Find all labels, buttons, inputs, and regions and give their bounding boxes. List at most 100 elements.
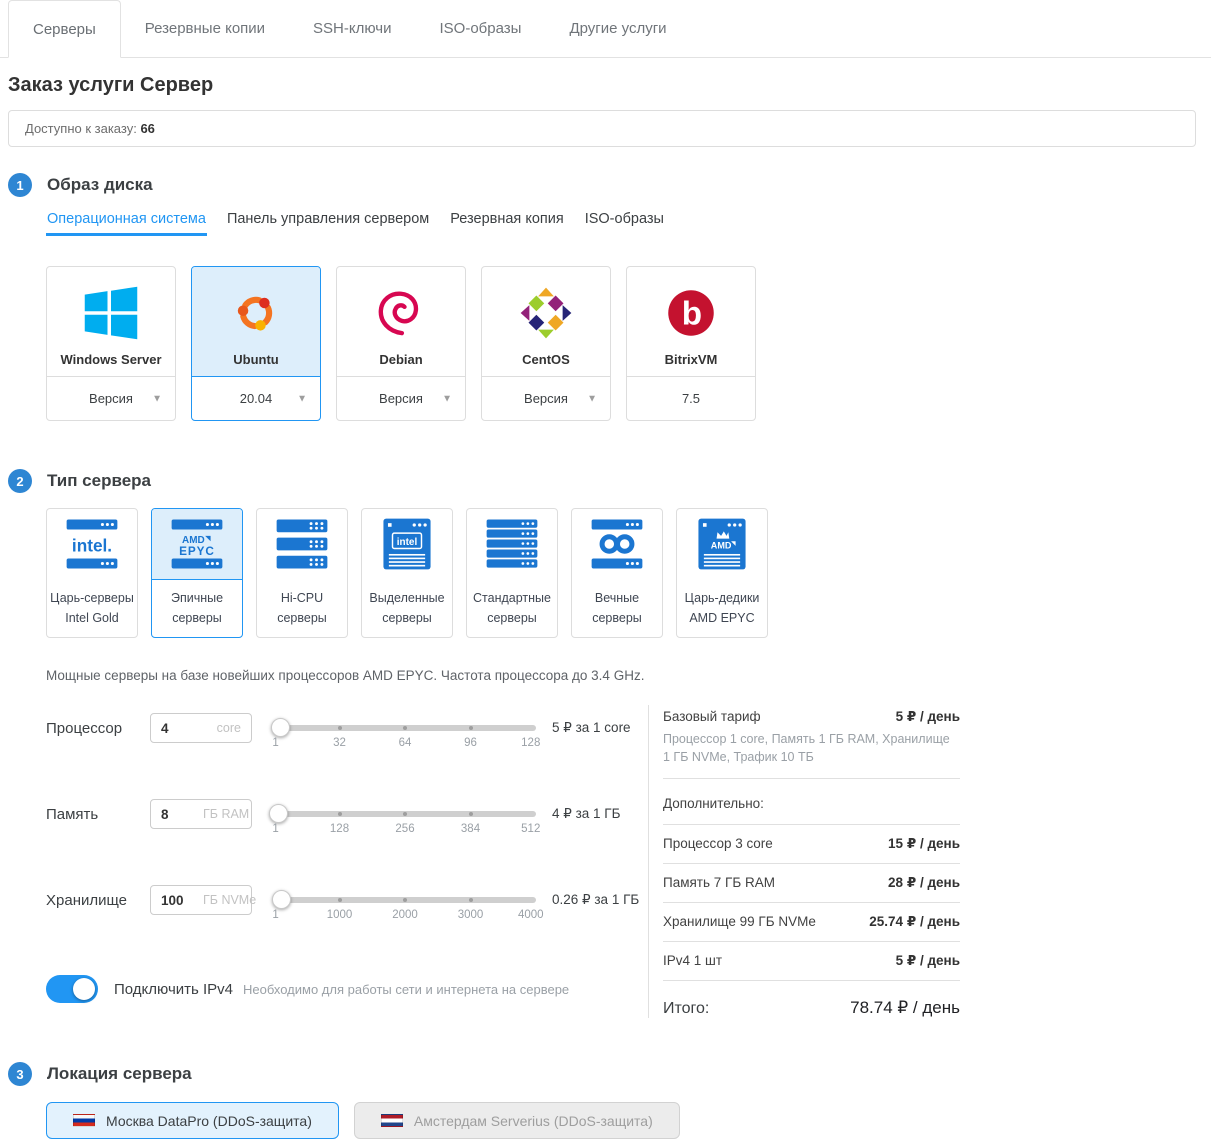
tab-backups[interactable]: Резервные копии	[121, 0, 289, 57]
ram-slider-handle[interactable]	[269, 804, 288, 823]
ram-input[interactable]: ГБ RAM	[150, 799, 252, 829]
price-item-value: 5 ₽ / день	[896, 953, 960, 969]
chevron-down-icon: ▼	[297, 393, 307, 404]
cpu-value-field[interactable]	[161, 721, 203, 736]
storage-price-per-unit: 0.26 ₽ за 1 ГБ	[552, 892, 648, 908]
disk-image-subtabs: Операционная система Панель управления с…	[46, 211, 1211, 236]
server-type-card-row: intel. Царь-серверы Intel Gold AMD EPYC …	[46, 508, 1211, 638]
step-2-badge: 2	[8, 469, 32, 493]
price-item-storage: Хранилище 99 ГБ NVMe 25.74 ₽ / день	[663, 903, 960, 942]
card-label: Царь-серверы	[50, 589, 134, 608]
russia-flag	[73, 1114, 95, 1127]
ram-slider-track[interactable]	[274, 811, 536, 817]
card-label: серверы	[592, 609, 642, 628]
os-card-windows[interactable]: Windows Server Версия ▼	[46, 266, 176, 421]
sliders-column: Процессор core 1 32 64 96 128 5 ₽ за 1 c…	[46, 705, 648, 1018]
os-card-ubuntu[interactable]: Ubuntu 20.04 ▼	[191, 266, 321, 421]
cpu-slider-row: Процессор core 1 32 64 96 128 5 ₽ за 1 c…	[46, 713, 648, 743]
card-label: Эпичные	[171, 589, 223, 608]
bitrix-icon: b	[660, 282, 722, 344]
ipv4-toggle-row: Подключить IPv4 Необходимо для работы се…	[46, 975, 648, 1003]
infinity-server-icon	[572, 509, 662, 580]
ipv4-toggle-hint: Необходимо для работы сети и интернета н…	[243, 982, 569, 997]
server-type-tsar-intel[interactable]: intel. Царь-серверы Intel Gold	[46, 508, 138, 638]
os-card-debian[interactable]: Debian Версия ▼	[336, 266, 466, 421]
windows-version-dropdown[interactable]: Версия ▼	[47, 376, 175, 420]
server-type-section-header: 2 Тип сервера	[8, 469, 1211, 493]
base-tariff-price: 5 ₽ / день	[896, 709, 960, 725]
card-label: Царь-дедики	[685, 589, 760, 608]
page-title: Заказ услуги Сервер	[8, 74, 1211, 97]
svg-text:intel.: intel.	[72, 535, 112, 555]
server-type-standard[interactable]: Стандартные серверы	[466, 508, 558, 638]
os-name: Debian	[379, 352, 422, 367]
location-label: Москва DataPro (DDoS-защита)	[106, 1113, 312, 1129]
svg-text:b: b	[682, 295, 702, 332]
card-label: серверы	[172, 609, 222, 628]
server-type-eternal[interactable]: Вечные серверы	[571, 508, 663, 638]
ram-slider-ticks: 1 128 256 384 512	[274, 823, 536, 837]
price-item-label: Процессор 3 core	[663, 836, 773, 851]
server-stack-icon	[257, 509, 347, 580]
centos-version-dropdown[interactable]: Версия ▼	[482, 376, 610, 420]
debian-icon	[370, 282, 432, 344]
location-label: Амстердам Serverius (DDoS-защита)	[414, 1113, 653, 1129]
storage-slider: 1 1000 2000 3000 4000	[274, 885, 536, 915]
storage-input[interactable]: ГБ NVMe	[150, 885, 252, 915]
location-options-row: Москва DataPro (DDoS-защита) Амстердам S…	[46, 1102, 1211, 1139]
card-label: серверы	[277, 609, 327, 628]
card-label: серверы	[382, 609, 432, 628]
os-card-bitrixvm[interactable]: b BitrixVM 7.5	[626, 266, 756, 421]
storage-label: Хранилище	[46, 892, 150, 909]
step-3-badge: 3	[8, 1062, 32, 1086]
storage-slider-track[interactable]	[274, 897, 536, 903]
tab-ssh-keys[interactable]: SSH-ключи	[289, 0, 415, 57]
ipv4-toggle[interactable]	[46, 975, 98, 1003]
server-type-dedicated[interactable]: intel Выделенные серверы	[361, 508, 453, 638]
tab-iso-images[interactable]: ISO-образы	[415, 0, 545, 57]
debian-version-dropdown[interactable]: Версия ▼	[337, 376, 465, 420]
ubuntu-icon	[225, 282, 287, 344]
price-item-ipv4: IPv4 1 шт 5 ₽ / день	[663, 942, 960, 981]
cpu-input[interactable]: core	[150, 713, 252, 743]
os-card-row: Windows Server Версия ▼ Ubuntu 20.04	[46, 266, 1211, 421]
location-moscow-button[interactable]: Москва DataPro (DDoS-защита)	[46, 1102, 339, 1139]
server-type-epic[interactable]: AMD EPYC Эпичные серверы	[151, 508, 243, 638]
availability-box: Доступно к заказу: 66	[8, 110, 1196, 147]
ubuntu-version-dropdown[interactable]: 20.04 ▼	[192, 376, 320, 420]
ram-value-field[interactable]	[161, 807, 203, 822]
os-name: BitrixVM	[665, 352, 718, 367]
subtab-backup[interactable]: Резервная копия	[449, 211, 564, 236]
cpu-slider-handle[interactable]	[271, 718, 290, 737]
ram-slider-row: Память ГБ RAM 1 128 256 384 512 4 ₽ за 1…	[46, 799, 648, 829]
os-card-centos[interactable]: CentOS Версия ▼	[481, 266, 611, 421]
toggle-knob	[73, 978, 95, 1000]
location-amsterdam-button[interactable]: Амстердам Serverius (DDoS-защита)	[354, 1102, 680, 1139]
subtab-iso[interactable]: ISO-образы	[584, 211, 665, 236]
subtab-operating-system[interactable]: Операционная система	[46, 211, 207, 236]
svg-text:EPYC: EPYC	[179, 545, 215, 558]
total-row: Итого: 78.74 ₽ / день	[663, 981, 960, 1018]
top-tab-bar: Серверы Резервные копии SSH-ключи ISO-об…	[0, 0, 1211, 58]
total-label: Итого:	[663, 1000, 709, 1018]
storage-slider-row: Хранилище ГБ NVMe 1 1000 2000 3000 4000 …	[46, 885, 648, 915]
total-price: 78.74 ₽ / день	[850, 998, 960, 1018]
card-label: Hi-CPU	[281, 589, 323, 608]
server-type-hi-cpu[interactable]: Hi-CPU серверы	[256, 508, 348, 638]
server-type-tsar-amd[interactable]: AMD Царь-дедики AMD EPYC	[676, 508, 768, 638]
chevron-down-icon: ▼	[587, 393, 597, 404]
centos-icon	[515, 282, 577, 344]
chevron-down-icon: ▼	[152, 393, 162, 404]
cpu-slider-track[interactable]	[274, 725, 536, 731]
additional-label: Дополнительно:	[663, 779, 960, 825]
tab-other-services[interactable]: Другие услуги	[545, 0, 690, 57]
tab-servers[interactable]: Серверы	[8, 0, 121, 58]
storage-value-field[interactable]	[161, 893, 203, 908]
card-label: Выделенные	[369, 589, 444, 608]
subtab-control-panel[interactable]: Панель управления сервером	[226, 211, 430, 236]
amd-epyc-icon: AMD EPYC	[152, 509, 242, 580]
intel-server-icon: intel.	[47, 509, 137, 580]
storage-slider-handle[interactable]	[272, 890, 291, 909]
disk-image-title: Образ диска	[47, 175, 153, 195]
cpu-label: Процессор	[46, 720, 150, 737]
